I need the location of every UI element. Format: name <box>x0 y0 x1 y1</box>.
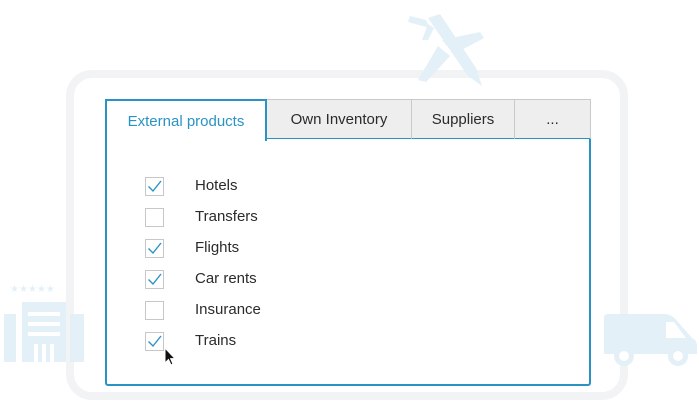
van-icon <box>604 314 697 366</box>
tab-content: Hotels Transfers Flights Car rents Insur… <box>105 139 591 386</box>
checkmark-icon <box>148 242 162 254</box>
checkbox-trains[interactable] <box>145 331 164 351</box>
tab-more[interactable]: ... <box>514 99 591 140</box>
option-label: Transfers <box>195 208 258 225</box>
tab-bar: External products Own Inventory Supplier… <box>105 99 591 141</box>
stage: ★★★★★ External products Own Inventory Su… <box>0 0 699 416</box>
checkbox-transfers[interactable] <box>145 207 164 227</box>
option-transfers[interactable]: Transfers <box>145 206 258 228</box>
option-label: Flights <box>195 239 240 256</box>
checkbox-insurance[interactable] <box>145 300 164 320</box>
option-label: Car rents <box>195 270 257 287</box>
checkmark-icon <box>148 180 162 192</box>
option-hotels[interactable]: Hotels <box>145 175 238 197</box>
mouse-cursor-icon <box>164 347 176 366</box>
option-insurance[interactable]: Insurance <box>145 299 261 321</box>
tab-external-products[interactable]: External products <box>105 99 267 141</box>
option-trains[interactable]: Trains <box>145 330 236 352</box>
product-source-panel: External products Own Inventory Supplier… <box>105 99 591 386</box>
svg-text:★★★★★: ★★★★★ <box>10 284 55 295</box>
checkbox-hotels[interactable] <box>145 176 164 196</box>
hotel-building-icon: ★★★★★ <box>4 284 84 362</box>
checkbox-car-rents[interactable] <box>145 269 164 289</box>
option-label: Hotels <box>195 177 238 194</box>
tab-suppliers[interactable]: Suppliers <box>411 99 515 140</box>
option-label: Insurance <box>195 301 261 318</box>
tab-own-inventory[interactable]: Own Inventory <box>266 99 412 140</box>
option-car-rents[interactable]: Car rents <box>145 268 257 290</box>
option-flights[interactable]: Flights <box>145 237 239 259</box>
airplane-icon <box>408 14 484 86</box>
option-label: Trains <box>195 332 237 349</box>
checkbox-flights[interactable] <box>145 238 164 258</box>
checkmark-icon <box>148 273 162 285</box>
checkmark-icon <box>148 335 162 347</box>
